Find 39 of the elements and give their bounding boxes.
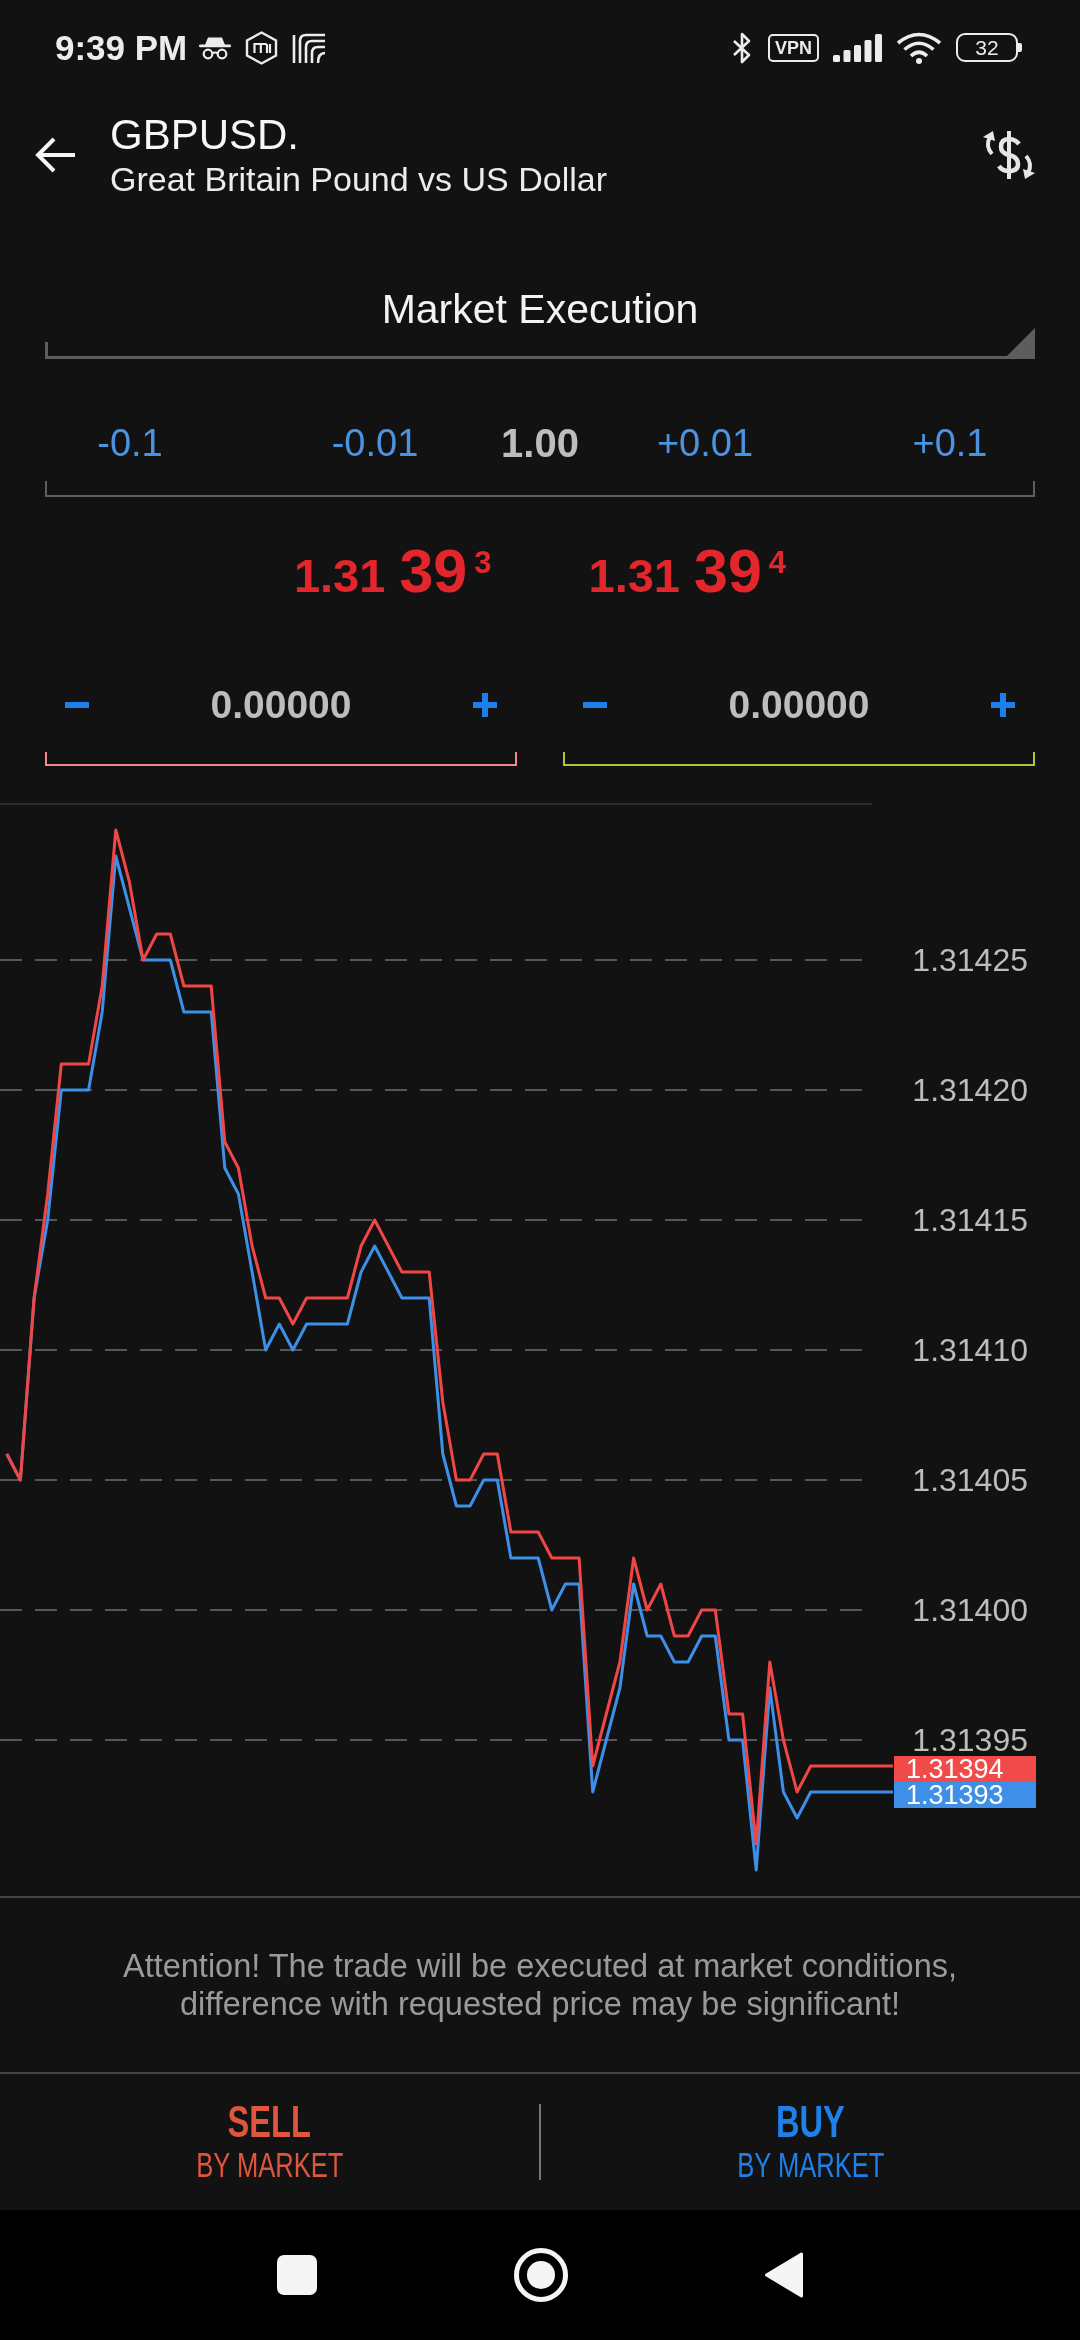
price-level-field[interactable]: 0.00000 — [563, 676, 1035, 766]
axis-label: 1.31405 — [912, 1465, 1028, 1495]
level-value: 0.00000 — [728, 682, 870, 728]
volume-step-button[interactable]: +0.1 — [912, 415, 988, 471]
hexagon-logo-icon — [245, 30, 279, 65]
price-tag: 1.31393 — [894, 1782, 1036, 1808]
attention-notice: Attention! The trade will be executed at market conditions, difference with requested price may be significant! — [121, 1947, 958, 2023]
axis-label: 1.31400 — [912, 1595, 1028, 1625]
volume-step-button[interactable]: -0.1 — [97, 415, 163, 471]
buy-button[interactable]: BUY BY MARKET — [541, 2074, 1080, 2210]
axis-label: 1.31420 — [912, 1075, 1028, 1105]
plus-icon[interactable] — [473, 693, 497, 717]
battery-indicator: 32 — [956, 33, 1022, 62]
signal-icon — [833, 33, 882, 62]
order-type-dropdown[interactable]: Market Execution — [45, 278, 1035, 359]
symbol-title: GBPUSD. — [110, 111, 301, 159]
vpn-indicator: VPN — [768, 33, 819, 62]
volume-step-button[interactable]: +0.01 — [656, 415, 754, 471]
back-arrow-icon[interactable] — [33, 135, 77, 175]
status-time: 9:39 PM — [55, 26, 188, 69]
volume-value[interactable]: 1.00 — [501, 415, 579, 471]
axis-label: 1.31425 — [912, 945, 1028, 975]
price-tag: 1.31394 — [894, 1756, 1036, 1782]
axis-label: 1.31395 — [912, 1725, 1028, 1755]
axis-label: 1.31415 — [912, 1205, 1028, 1235]
stripes-logo-icon — [291, 31, 328, 64]
volume-step-button[interactable]: -0.01 — [331, 415, 419, 471]
hat-glasses-icon — [198, 35, 233, 60]
plus-icon[interactable] — [991, 693, 1015, 717]
wifi-icon — [896, 31, 942, 64]
square-icon[interactable] — [277, 2255, 317, 2295]
price-level-field[interactable]: 0.00000 — [45, 676, 517, 766]
axis-label: 1.31410 — [912, 1335, 1028, 1365]
symbol-description: Great Britain Pound vs US Dollar — [110, 159, 607, 199]
level-value: 0.00000 — [210, 682, 352, 728]
ring-icon[interactable] — [514, 2248, 568, 2302]
corner-triangle-icon — [1007, 328, 1035, 356]
triangle-icon[interactable] — [765, 2252, 803, 2298]
sell-button[interactable]: SELL BY MARKET — [0, 2074, 539, 2210]
